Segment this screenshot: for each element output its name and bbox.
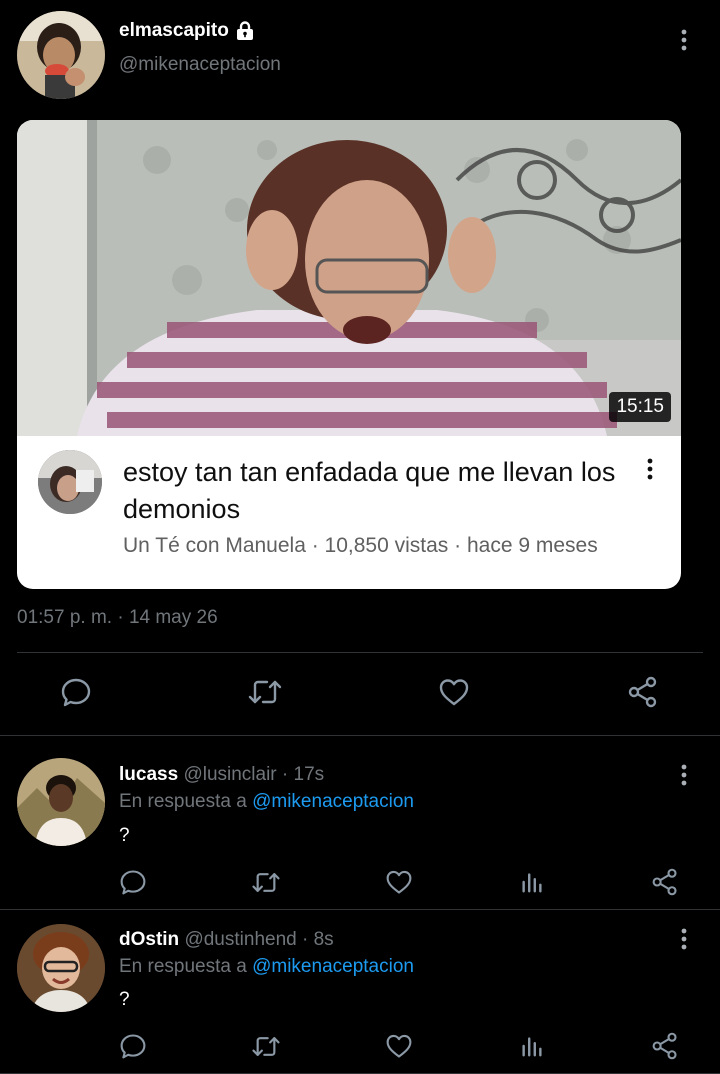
video-meta: Un Té con Manuela · 10,850 vistas · hace… — [123, 534, 598, 557]
reply-mention-link[interactable]: @mikenaceptacion — [252, 791, 414, 812]
video-title: estoy tan tan enfadada que me llevan los… — [123, 457, 616, 524]
reply-header: lucass @lusinclair · 17s — [119, 764, 324, 786]
reply-time: · 17s — [281, 764, 325, 785]
reply-action-bar — [0, 1026, 720, 1066]
reply-time: · 8s — [302, 929, 334, 950]
reply-avatar[interactable] — [17, 758, 105, 846]
share-icon[interactable] — [623, 672, 663, 712]
reply-item[interactable]: lucass @lusinclair · 17s En respuesta a … — [0, 736, 720, 908]
more-options-icon[interactable] — [669, 760, 699, 790]
tweet-action-bar — [0, 672, 720, 716]
reply-icon[interactable] — [113, 1026, 153, 1066]
like-icon[interactable] — [379, 862, 419, 902]
reply-handle[interactable]: @dustinhend — [184, 929, 296, 950]
divider — [17, 652, 703, 653]
tweet-timestamp: 01:57 p. m. · 14 may 26 — [17, 607, 218, 628]
analytics-icon[interactable] — [512, 1026, 552, 1066]
retweet-icon[interactable] — [246, 862, 286, 902]
tweet-header: elmascapito @mikenaceptacion — [0, 0, 720, 112]
reply-label: En respuesta a — [119, 956, 247, 977]
video-thumbnail — [17, 120, 681, 436]
author-avatar[interactable] — [17, 11, 105, 99]
channel-avatar — [38, 450, 102, 514]
video-duration-badge: 15:15 — [609, 392, 671, 422]
author-handle[interactable]: @mikenaceptacion — [119, 54, 281, 76]
reply-display-name[interactable]: dOstin — [119, 929, 179, 950]
media-image[interactable]: 15:15 estoy tan tan enfadada que me llev… — [17, 120, 681, 589]
reply-context: En respuesta a @mikenaceptacion — [119, 791, 414, 813]
like-icon[interactable] — [434, 672, 474, 712]
share-icon[interactable] — [645, 1026, 685, 1066]
reply-label: En respuesta a — [119, 791, 247, 812]
lock-icon — [235, 21, 255, 41]
reply-icon[interactable] — [113, 862, 153, 902]
reply-text: ? — [119, 989, 130, 1010]
analytics-icon[interactable] — [512, 862, 552, 902]
reply-header: dOstin @dustinhend · 8s — [119, 929, 334, 951]
reply-avatar[interactable] — [17, 924, 105, 1012]
video-more-icon — [635, 454, 665, 484]
more-options-icon[interactable] — [669, 924, 699, 954]
like-icon[interactable] — [379, 1026, 419, 1066]
reply-context: En respuesta a @mikenaceptacion — [119, 956, 414, 978]
reply-display-name[interactable]: lucass — [119, 764, 178, 785]
author-name-text: elmascapito — [119, 20, 229, 41]
reply-text: ? — [119, 825, 130, 846]
reply-handle[interactable]: @lusinclair — [183, 764, 276, 785]
more-options-icon[interactable] — [669, 25, 699, 55]
reply-item[interactable]: dOstin @dustinhend · 8s En respuesta a @… — [0, 910, 720, 1074]
share-icon[interactable] — [645, 862, 685, 902]
author-display-name[interactable]: elmascapito — [119, 20, 255, 42]
retweet-icon[interactable] — [245, 672, 285, 712]
reply-mention-link[interactable]: @mikenaceptacion — [252, 956, 414, 977]
tweet-detail-screen: elmascapito @mikenaceptacion 15:15 estoy… — [0, 0, 720, 1074]
reply-action-bar — [0, 862, 720, 902]
reply-icon[interactable] — [56, 672, 96, 712]
retweet-icon[interactable] — [246, 1026, 286, 1066]
